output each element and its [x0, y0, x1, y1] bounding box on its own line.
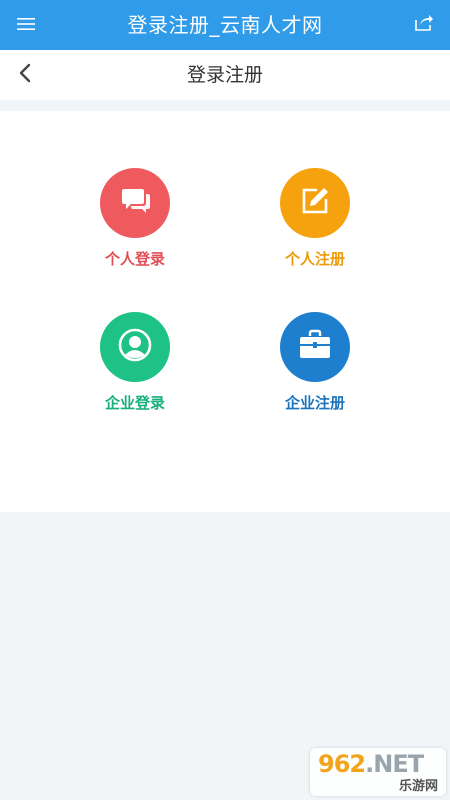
personal-login-circle: [100, 168, 170, 238]
personal-register-label: 个人注册: [284, 250, 345, 268]
user-circle-icon: [117, 327, 153, 367]
app-title: 登录注册_云南人才网: [127, 13, 323, 37]
menu-button[interactable]: [12, 12, 40, 38]
site-watermark-logo: 962.NET 乐游网: [310, 748, 446, 796]
personal-register-tile[interactable]: 个人注册: [245, 168, 385, 288]
enterprise-register-tile[interactable]: 企业注册: [245, 312, 385, 432]
enterprise-register-label: 企业注册: [284, 394, 345, 412]
share-button[interactable]: [410, 12, 438, 38]
watermark-brand: 962.NET: [318, 750, 424, 778]
page-title: 登录注册: [186, 64, 263, 86]
login-register-panel: 个人登录 个人注册 企业登录 企业注册: [0, 111, 450, 512]
hamburger-menu-icon: [17, 16, 35, 35]
briefcase-icon: [297, 329, 333, 365]
back-button[interactable]: [10, 61, 40, 89]
personal-login-label: 个人登录: [104, 250, 165, 268]
enterprise-login-circle: [100, 312, 170, 382]
share-icon: [414, 14, 434, 36]
personal-login-tile[interactable]: 个人登录: [65, 168, 205, 288]
chat-bubbles-icon: [117, 185, 153, 221]
personal-register-circle: [280, 168, 350, 238]
edit-icon: [299, 185, 331, 221]
enterprise-login-label: 企业登录: [104, 394, 165, 412]
enterprise-register-circle: [280, 312, 350, 382]
watermark-sitename: 乐游网: [398, 779, 438, 794]
chevron-left-icon: [18, 63, 32, 87]
sub-header: 登录注册: [0, 50, 450, 100]
enterprise-login-tile[interactable]: 企业登录: [65, 312, 205, 432]
app-bar: 登录注册_云南人才网: [0, 0, 450, 50]
